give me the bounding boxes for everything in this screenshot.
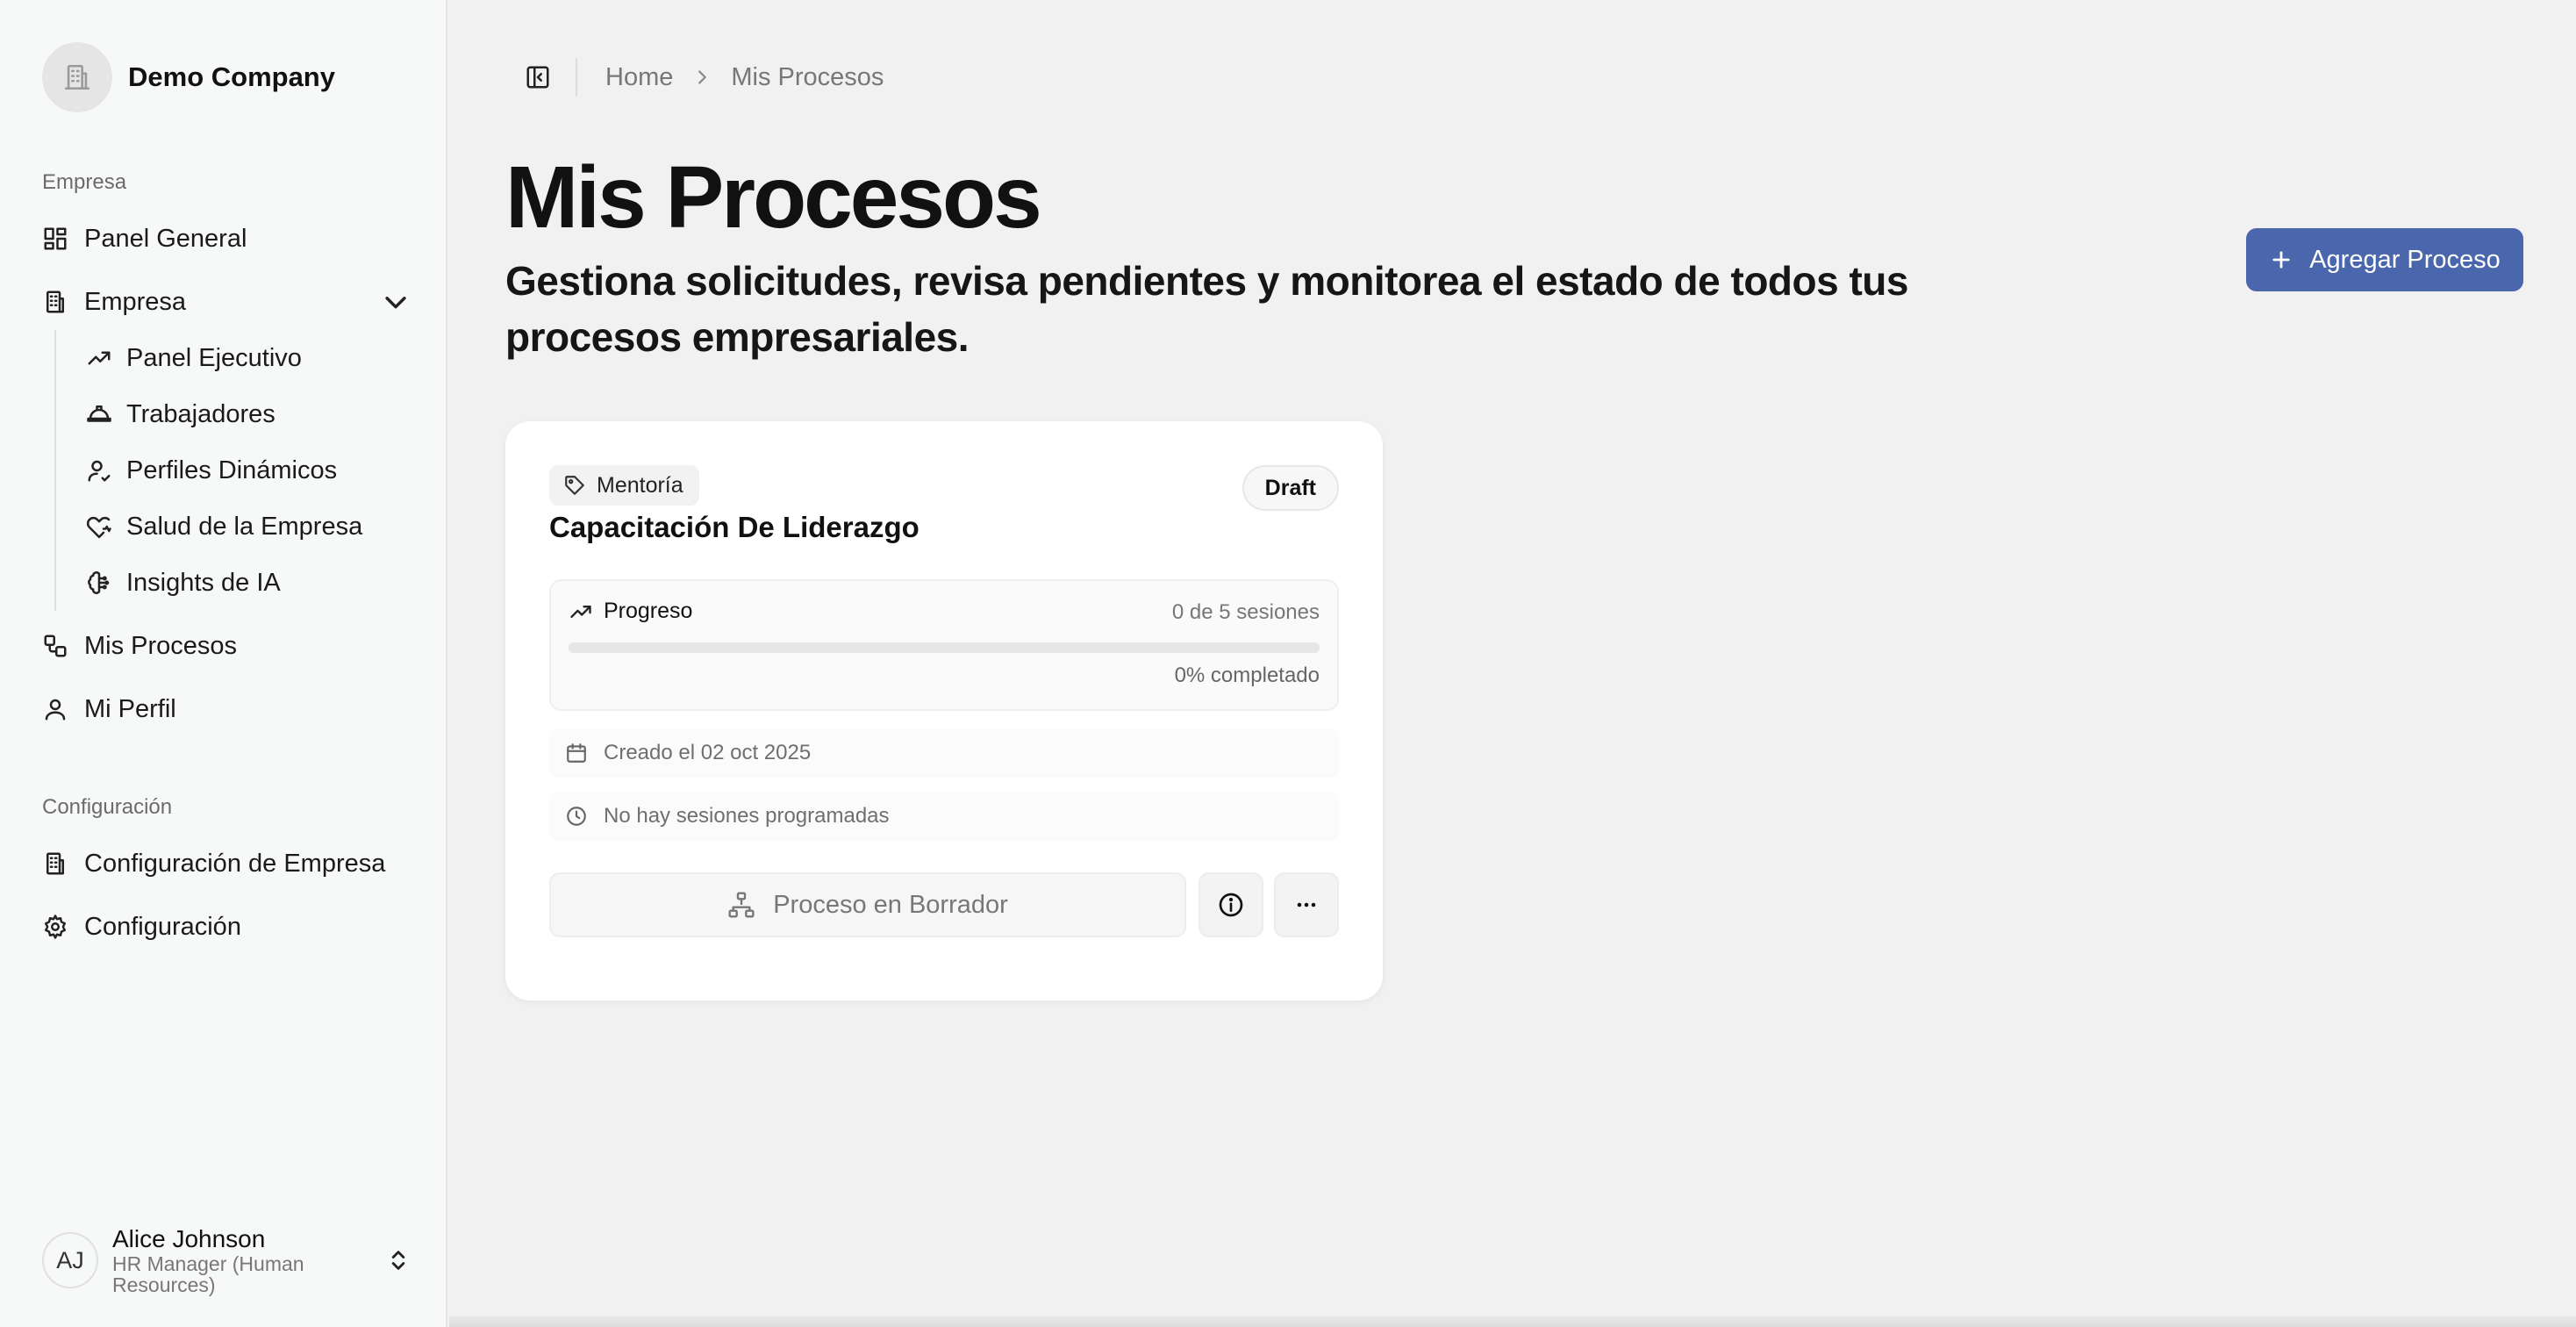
sidebar-item-configuracion[interactable]: Configuración xyxy=(42,902,411,951)
sidebar-item-label: Configuración xyxy=(84,912,241,941)
sessions-row: No hay sesiones programadas xyxy=(549,792,1339,841)
trending-up-icon xyxy=(86,345,112,371)
heart-pulse-icon xyxy=(86,513,112,540)
status-badge: Draft xyxy=(1241,465,1339,511)
building-icon xyxy=(42,850,68,877)
more-options-button[interactable] xyxy=(1274,872,1339,937)
sidebar-item-panel-general[interactable]: Panel General xyxy=(42,214,411,263)
sidebar-item-configuracion-empresa[interactable]: Configuración de Empresa xyxy=(42,839,411,888)
sidebar-item-label: Salud de la Empresa xyxy=(126,512,363,541)
sidebar-item-mi-perfil[interactable]: Mi Perfil xyxy=(42,685,411,734)
user-menu[interactable]: AJ Alice Johnson HR Manager (Human Resou… xyxy=(42,1225,411,1295)
sidebar-item-trabajadores[interactable]: Trabajadores xyxy=(86,390,411,439)
add-process-label: Agregar Proceso xyxy=(2309,245,2501,274)
building-icon xyxy=(42,42,112,112)
hard-hat-icon xyxy=(86,401,112,427)
topbar: Home Mis Procesos xyxy=(505,56,884,98)
sessions-status: No hay sesiones programadas xyxy=(604,804,890,828)
avatar: AJ xyxy=(42,1232,98,1288)
sidebar-item-label: Insights de IA xyxy=(126,568,281,597)
chevrons-up-down-icon xyxy=(386,1248,411,1273)
breadcrumb-home[interactable]: Home xyxy=(605,63,673,92)
created-date: Creado el 02 oct 2025 xyxy=(604,741,812,764)
company-switcher[interactable]: Demo Company xyxy=(42,42,335,112)
sidebar-item-perfiles-dinamicos[interactable]: Perfiles Dinámicos xyxy=(86,446,411,495)
tag-label: Mentoría xyxy=(597,472,683,498)
sidebar-item-label: Panel Ejecutivo xyxy=(126,343,302,372)
page-subtitle: Gestiona solicitudes, revisa pendientes … xyxy=(505,258,1909,360)
info-button[interactable] xyxy=(1199,872,1263,937)
section-label-configuracion: Configuración xyxy=(42,795,173,819)
process-title: Capacitación De Liderazgo xyxy=(549,511,919,543)
sidebar-item-label: Empresa xyxy=(84,287,187,316)
progress-percent: 0% completado xyxy=(1174,664,1320,687)
chevron-right-icon xyxy=(692,68,712,87)
page-title: Mis Procesos xyxy=(505,148,1042,247)
breadcrumb: Home Mis Procesos xyxy=(605,63,884,92)
created-date-row: Creado el 02 oct 2025 xyxy=(549,728,1339,778)
progress-bar xyxy=(569,642,1320,653)
user-check-icon xyxy=(86,457,112,484)
info-icon xyxy=(1217,891,1245,919)
chevron-down-icon[interactable] xyxy=(381,287,411,317)
user-name: Alice Johnson xyxy=(112,1225,266,1252)
sidebar-item-salud-empresa[interactable]: Salud de la Empresa xyxy=(86,502,411,551)
dashboard-grid-icon xyxy=(42,226,68,252)
draft-process-button[interactable]: Proceso en Borrador xyxy=(549,872,1186,937)
trending-up-icon xyxy=(569,599,593,624)
topbar-divider xyxy=(576,58,577,97)
submenu-guide-line xyxy=(54,330,56,611)
more-horizontal-icon xyxy=(1292,891,1320,919)
sidebar-item-label: Configuración de Empresa xyxy=(84,849,386,878)
company-name: Demo Company xyxy=(128,61,335,92)
user-role: HR Manager (Human Resources) xyxy=(112,1252,304,1296)
process-card[interactable]: Mentoría Draft Capacitación De Liderazgo… xyxy=(505,421,1383,1001)
sidebar: Demo Company Empresa Panel General Empre… xyxy=(0,0,447,1327)
progress-label: Progreso xyxy=(604,599,693,623)
user-icon xyxy=(42,696,68,722)
plus-icon xyxy=(2269,247,2293,272)
sidebar-item-mis-procesos[interactable]: Mis Procesos xyxy=(42,621,411,671)
gear-icon xyxy=(42,914,68,940)
sidebar-item-insights-ia[interactable]: Insights de IA xyxy=(86,558,411,607)
sidebar-item-label: Panel General xyxy=(84,224,247,253)
brain-icon xyxy=(86,570,112,596)
tag-icon xyxy=(563,474,586,497)
sidebar-item-empresa[interactable]: Empresa xyxy=(42,277,411,326)
breadcrumb-current: Mis Procesos xyxy=(731,62,884,91)
sidebar-item-panel-ejecutivo[interactable]: Panel Ejecutivo xyxy=(86,334,411,383)
workflow-icon xyxy=(42,633,68,659)
building-icon xyxy=(42,289,68,315)
sidebar-item-label: Mis Procesos xyxy=(84,631,238,660)
sidebar-item-label: Trabajadores xyxy=(126,399,275,428)
sidebar-toggle-button[interactable] xyxy=(505,56,576,98)
progress-section: Progreso 0 de 5 sesiones 0% completado xyxy=(549,579,1339,711)
section-label-empresa: Empresa xyxy=(42,170,127,194)
progress-heading: Progreso xyxy=(569,599,692,624)
calendar-icon xyxy=(565,742,588,764)
progress-count: 0 de 5 sesiones xyxy=(1171,600,1320,624)
panel-left-icon xyxy=(525,64,551,90)
sitemap-icon xyxy=(727,891,755,919)
category-tag: Mentoría xyxy=(549,465,699,506)
sidebar-item-label: Perfiles Dinámicos xyxy=(126,455,338,484)
clock-icon xyxy=(565,805,588,828)
bottom-edge xyxy=(449,1316,2576,1327)
draft-process-label: Proceso en Borrador xyxy=(773,890,1008,919)
add-process-button[interactable]: Agregar Proceso xyxy=(2246,228,2523,291)
sidebar-item-label: Mi Perfil xyxy=(84,694,176,723)
